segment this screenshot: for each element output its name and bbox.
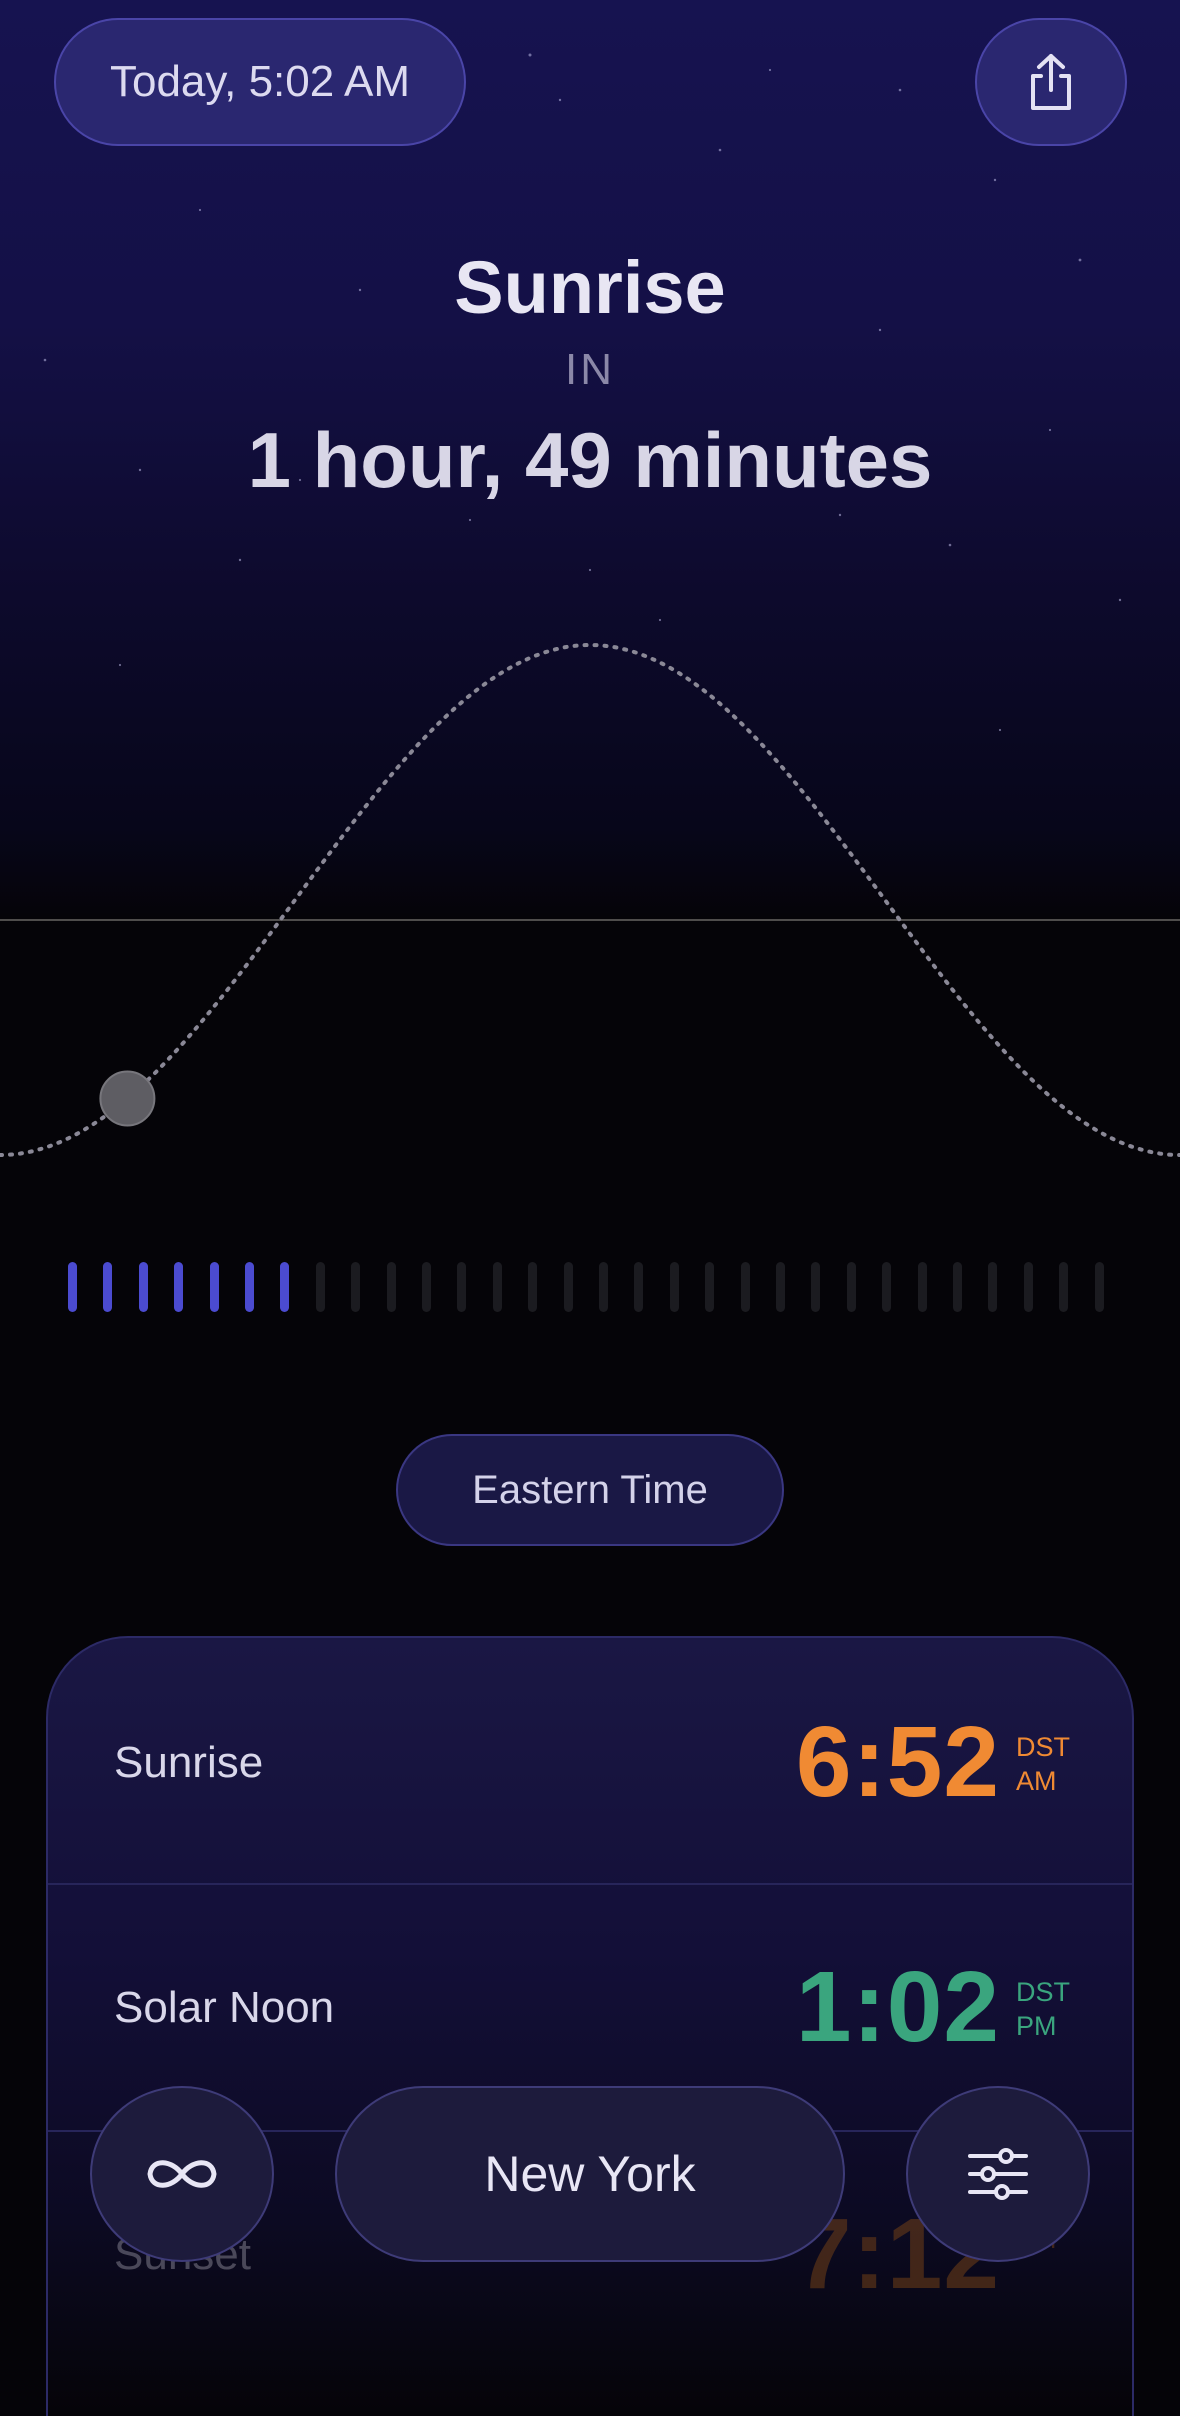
share-icon xyxy=(1031,54,1071,110)
hour-tick xyxy=(457,1262,467,1312)
hour-tick-active xyxy=(245,1262,254,1312)
hour-tick xyxy=(811,1262,821,1312)
sunrise-time: 6:52 xyxy=(795,1706,1000,1818)
hour-tick xyxy=(917,1262,927,1312)
settings-button[interactable] xyxy=(906,2086,1090,2262)
sliders-icon xyxy=(968,2148,1028,2200)
hour-tick xyxy=(776,1262,785,1312)
solar-noon-ampm-label: PM xyxy=(1016,2011,1057,2041)
sunrise-dst-label: DST xyxy=(1016,1732,1070,1762)
sunrise-row[interactable]: Sunrise 6:52 DST AM xyxy=(48,1638,1132,1884)
hour-tick xyxy=(386,1262,396,1312)
loop-button[interactable] xyxy=(90,2086,274,2262)
hour-tick xyxy=(634,1262,644,1312)
hour-tick xyxy=(1023,1262,1033,1312)
sun-times-card: Sunrise 6:52 DST AM Solar Noon 1:02 DST … xyxy=(46,1636,1134,2416)
hour-tick xyxy=(422,1262,431,1312)
hour-tick xyxy=(492,1262,502,1312)
solar-noon-label: Solar Noon xyxy=(114,1983,335,2032)
hour-tick-active xyxy=(138,1262,148,1312)
hour-tick xyxy=(953,1262,962,1312)
next-event-title: Sunrise xyxy=(454,246,726,329)
hour-tick xyxy=(705,1262,715,1312)
date-time-pill[interactable]: Today, 5:02 AM xyxy=(54,18,466,146)
hour-tick xyxy=(1094,1262,1104,1312)
hour-tick-active xyxy=(174,1262,184,1312)
sunrise-label: Sunrise xyxy=(114,1738,264,1787)
sun-path-curve xyxy=(0,643,1180,1157)
timezone-pill[interactable]: Eastern Time xyxy=(396,1434,784,1546)
countdown-connector: IN xyxy=(565,345,615,394)
hour-tick xyxy=(988,1262,998,1312)
hour-tick xyxy=(528,1262,538,1312)
countdown-text: 1 hour, 49 minutes xyxy=(247,416,933,504)
sunrise-suffix: DST AM xyxy=(1016,1730,1070,1798)
hour-tick xyxy=(563,1262,573,1312)
city-selector-button[interactable]: New York xyxy=(335,2086,845,2262)
infinity-icon xyxy=(147,2160,217,2188)
hour-tick xyxy=(599,1262,608,1312)
hour-tick-active xyxy=(103,1262,113,1312)
hour-tick xyxy=(315,1262,325,1312)
sunrise-ampm-label: AM xyxy=(1016,1766,1057,1796)
share-button[interactable] xyxy=(975,18,1127,146)
hour-ticks-row xyxy=(68,1262,1128,1314)
sun-position-marker[interactable] xyxy=(99,1070,156,1127)
solar-noon-dst-label: DST xyxy=(1016,1977,1070,2007)
hour-tick xyxy=(846,1262,856,1312)
hour-tick xyxy=(1059,1262,1069,1312)
sun-path-chart xyxy=(0,643,1180,1157)
hour-tick-active xyxy=(280,1262,290,1312)
hour-tick xyxy=(351,1262,361,1312)
hour-tick xyxy=(740,1262,750,1312)
solar-noon-suffix: DST PM xyxy=(1016,1975,1070,2043)
hour-tick-active xyxy=(209,1262,219,1312)
solar-noon-time: 1:02 xyxy=(795,1951,1000,2063)
hour-tick xyxy=(882,1262,892,1312)
hour-tick-active xyxy=(68,1262,77,1312)
hour-tick xyxy=(669,1262,679,1312)
